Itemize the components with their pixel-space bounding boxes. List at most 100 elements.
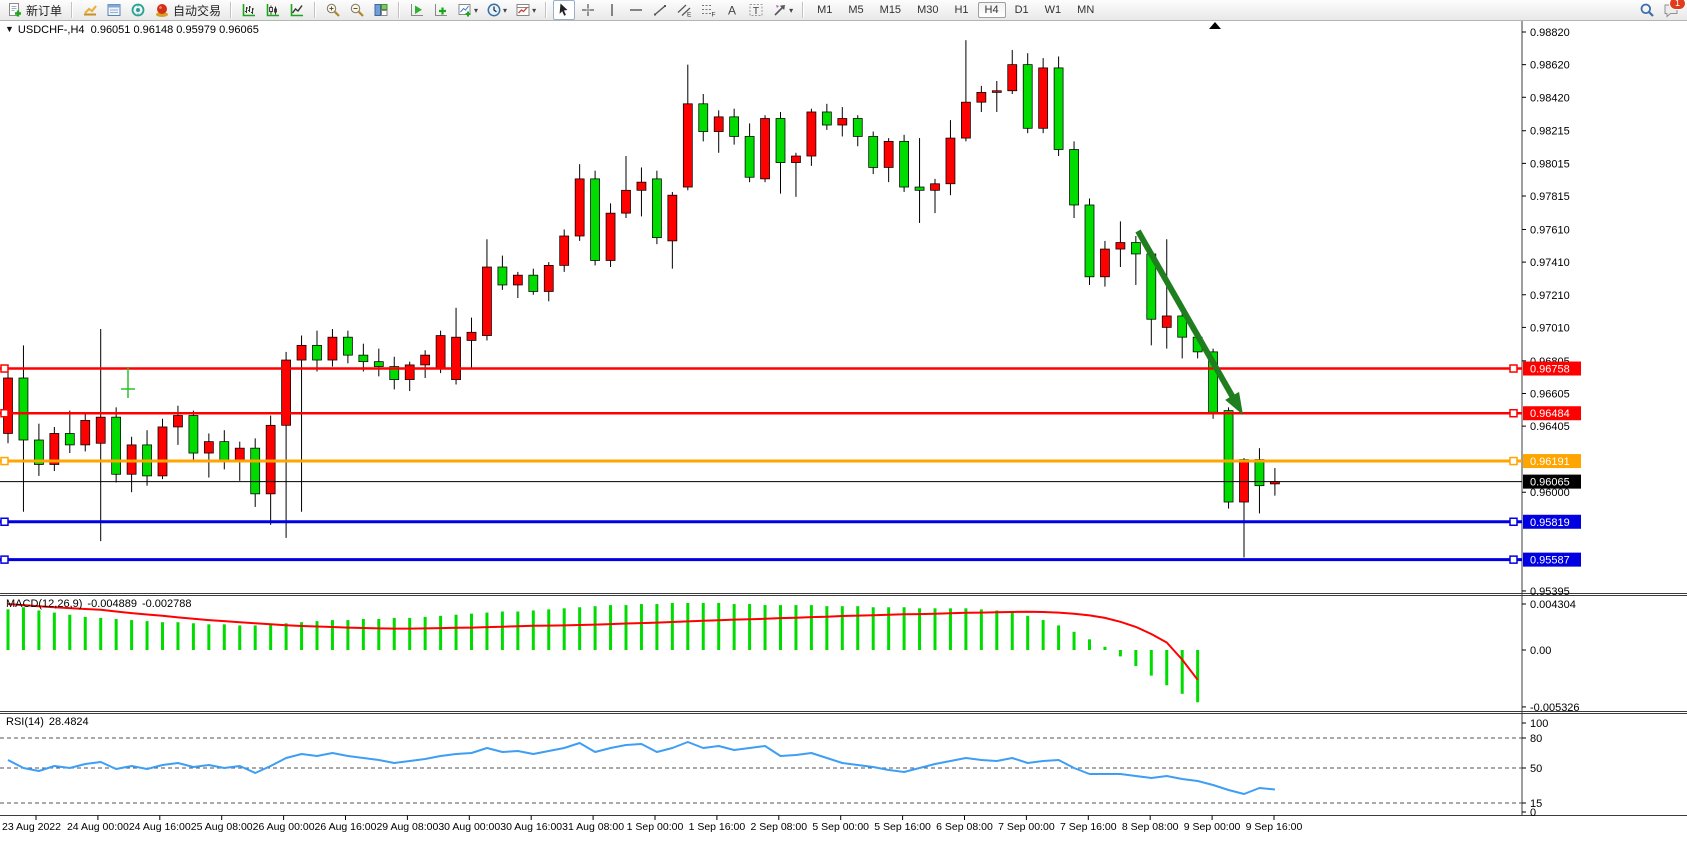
chevron-down-icon[interactable]: ▾ — [503, 6, 507, 15]
macd-bar — [331, 620, 334, 650]
line-handle[interactable] — [1, 556, 8, 563]
candle-body — [251, 448, 260, 494]
line-handle[interactable] — [1, 365, 8, 372]
chart-area[interactable]: 0.988200.986200.984200.982150.980150.978… — [0, 0, 1687, 837]
line-handle[interactable] — [1510, 556, 1517, 563]
zoom-in-button[interactable] — [322, 0, 344, 20]
auto-trading-icon — [154, 2, 170, 18]
macd-value-signal: -0.002788 — [142, 598, 192, 610]
timeframe-h4[interactable]: H4 — [978, 2, 1006, 18]
add-indicator-button[interactable] — [430, 0, 452, 20]
candlestick-chart-button[interactable] — [262, 0, 284, 20]
horizontal-line-button[interactable] — [625, 0, 647, 20]
line-handle[interactable] — [1, 518, 8, 525]
main-toolbar: 新订单 自动交易 ▾ ▾ ▾ EFAT ▾ M1M5M15M30H1H4D1W1MN 1 — [0, 0, 1687, 21]
toolbar-separator — [230, 2, 232, 18]
candle-body — [1240, 460, 1249, 502]
chart-collapse-icon[interactable]: ▼ — [5, 24, 14, 34]
timeframe-h1[interactable]: H1 — [947, 2, 975, 18]
new-order-button[interactable]: 新订单 — [4, 0, 65, 20]
notification-badge: 1 — [1669, 0, 1686, 10]
timeframe-mn[interactable]: MN — [1070, 2, 1101, 18]
arrows-button[interactable]: ▾ — [769, 0, 796, 20]
price-tick: 0.95395 — [1530, 586, 1570, 598]
fibonacci-button[interactable]: F — [697, 0, 719, 20]
macd-tick: 0.00 — [1530, 645, 1551, 657]
new-chart-button[interactable]: ▾ — [454, 0, 481, 20]
timeframe-m15[interactable]: M15 — [873, 2, 908, 18]
price-label: 0.95587 — [1530, 555, 1570, 567]
market-watch-button[interactable] — [79, 0, 101, 20]
macd-bar — [68, 615, 71, 650]
chart-canvas[interactable]: 0.988200.986200.984200.982150.980150.978… — [0, 0, 1687, 837]
new-order-button-label: 新订单 — [26, 2, 62, 19]
cursor-button[interactable] — [553, 0, 575, 20]
tile-windows-button[interactable] — [370, 0, 392, 20]
macd-bar — [547, 609, 550, 650]
timeframe-m1[interactable]: M1 — [810, 2, 839, 18]
price-tick: 0.97815 — [1530, 191, 1570, 203]
candle-body — [1116, 243, 1125, 250]
crosshair-button[interactable] — [577, 0, 599, 20]
candle-body — [637, 182, 646, 190]
line-handle[interactable] — [1, 410, 8, 417]
candle-body — [869, 136, 878, 167]
line-handle[interactable] — [1510, 518, 1517, 525]
line-handle[interactable] — [1, 458, 8, 465]
macd-bar — [686, 603, 689, 650]
chat-button[interactable]: 1 — [1660, 0, 1682, 20]
fibo-icon: F — [700, 2, 716, 18]
candle-body — [853, 118, 862, 136]
channel-button[interactable]: E — [673, 0, 695, 20]
price-tick: 0.97410 — [1530, 257, 1570, 269]
timeframe-w1[interactable]: W1 — [1038, 2, 1069, 18]
navigator-button[interactable] — [127, 0, 149, 20]
chevron-down-icon[interactable]: ▾ — [532, 6, 536, 15]
time-tick-label: 5 Sep 00:00 — [812, 821, 869, 833]
chevron-down-icon[interactable]: ▾ — [474, 6, 478, 15]
macd-name: MACD(12,26,9) — [6, 598, 82, 610]
timeframe-m30[interactable]: M30 — [910, 2, 945, 18]
toolbar-group-panels: 自动交易 — [75, 0, 228, 20]
candle-body — [513, 275, 522, 285]
macd-bar — [764, 605, 767, 650]
timeframe-d1[interactable]: D1 — [1008, 2, 1036, 18]
price-tick: 0.98215 — [1530, 126, 1570, 138]
candle-body — [235, 448, 244, 461]
timeframe-m5[interactable]: M5 — [841, 2, 870, 18]
chart-plus-icon — [433, 2, 449, 18]
trendline-button[interactable] — [649, 0, 671, 20]
label-button[interactable]: T — [745, 0, 767, 20]
strategy-test-button[interactable] — [406, 0, 428, 20]
line-handle[interactable] — [1510, 365, 1517, 372]
vertical-line-button[interactable] — [601, 0, 623, 20]
candle-body — [1162, 316, 1171, 327]
chart-bars-icon — [241, 2, 257, 18]
rsi-value: 28.4824 — [49, 716, 89, 728]
chart-title-text: USDCHF-,H4 0.96051 0.96148 0.95979 0.960… — [18, 24, 259, 36]
candle-body — [606, 213, 615, 260]
macd-bar — [176, 622, 179, 650]
macd-bar — [794, 605, 797, 650]
toolbar-group-zoom — [318, 0, 396, 20]
candle-body — [1023, 65, 1032, 129]
candle-body — [1039, 68, 1048, 128]
line-handle[interactable] — [1510, 458, 1517, 465]
auto-trading-button[interactable]: 自动交易 — [151, 0, 224, 20]
bar-chart-button[interactable] — [238, 0, 260, 20]
text-button[interactable]: A — [721, 0, 743, 20]
candle-body — [699, 104, 708, 132]
candle-body — [498, 267, 507, 285]
toolbar-separator — [314, 2, 316, 18]
macd-bar — [285, 623, 288, 650]
line-handle[interactable] — [1510, 410, 1517, 417]
search-button[interactable] — [1636, 0, 1658, 20]
periods-button[interactable]: ▾ — [483, 0, 510, 20]
candle-body — [915, 187, 924, 190]
macd-bar — [1196, 650, 1199, 702]
chevron-down-icon[interactable]: ▾ — [789, 6, 793, 15]
line-chart-button[interactable] — [286, 0, 308, 20]
templates-button[interactable]: ▾ — [512, 0, 539, 20]
zoom-out-button[interactable] — [346, 0, 368, 20]
data-window-button[interactable] — [103, 0, 125, 20]
